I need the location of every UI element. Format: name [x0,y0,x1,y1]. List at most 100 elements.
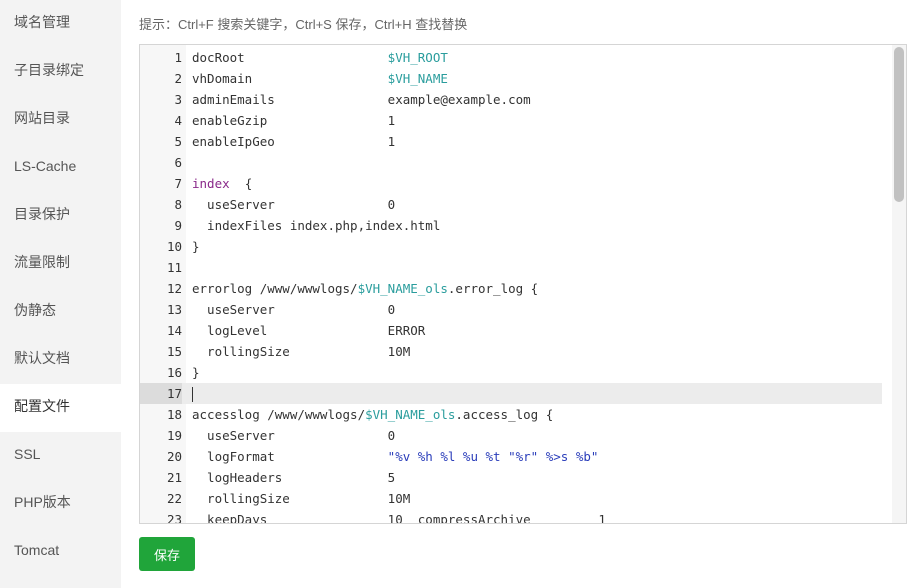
code-line[interactable]: 15 rollingSize 10M [140,341,882,362]
code-line[interactable]: 18 accesslog /www/wwwlogs/$VH_NAME_ols.ac… [140,404,882,425]
code-text [192,383,193,404]
line-number: 8 [174,197,182,212]
line-number: 13 [166,302,182,317]
code-line[interactable]: 23 keepDays 10 compressArchive 1 [140,509,882,523]
code-text: logLevel ERROR [192,320,425,341]
line-number: 21 [166,470,182,485]
code-token: errorlog /www/wwwlogs/ [192,281,358,296]
code-token: enableIpGeo 1 [192,134,396,149]
code-text: keepDays 10 compressArchive 1 [192,509,606,523]
code-token: $VH_ROOT [387,50,448,65]
sidebar-item[interactable]: 网站目录 [0,96,121,144]
code-token: logHeaders 5 [192,470,396,485]
code-line[interactable]: 17 [140,383,882,404]
sidebar-item[interactable]: LS-Cache [0,144,121,192]
sidebar-item[interactable]: 伪静态 [0,288,121,336]
code-text: accesslog /www/wwwlogs/$VH_NAME_ols.acce… [192,404,553,425]
code-line[interactable]: 3 adminEmails example@example.com [140,89,882,110]
code-line[interactable]: 16} [140,362,882,383]
line-number: 2 [174,71,182,86]
code-line[interactable]: 6 [140,152,882,173]
code-text: rollingSize 10M [192,341,410,362]
code-text: } [192,362,200,383]
sidebar-item[interactable]: SSL [0,432,121,480]
code-text: rollingSize 10M [192,488,410,509]
code-text: useServer 0 [192,425,395,446]
line-number: 20 [166,449,182,464]
sidebar-menu: 域名管理 子目录绑定 网站目录 LS-Cache 目录保护 流量限制 伪静态 默认文档 配置文件… [0,0,121,576]
line-number: 18 [166,407,182,422]
code-line[interactable]: 9 indexFiles index.php,index.html [140,215,882,236]
code-line[interactable]: 10} [140,236,882,257]
code-text: index { [192,173,252,194]
line-number: 22 [166,491,182,506]
code-token: docRoot [192,50,388,65]
line-number: 6 [174,155,182,170]
code-token: adminEmails example@example.com [192,92,531,107]
code-token: rollingSize 10M [192,344,411,359]
line-number: 16 [166,365,182,380]
code-token: index [192,176,230,191]
code-token: .error_log { [447,281,539,296]
code-token: "%v %h %l %u %t "%r" %>s %b" [387,449,599,464]
code-line[interactable]: 7 index { [140,173,882,194]
code-line[interactable]: 21 logHeaders 5 [140,467,882,488]
code-token: logLevel ERROR [192,323,426,338]
code-text: enableGzip 1 [192,110,395,131]
scrollbar-thumb[interactable] [894,47,904,202]
code-line[interactable]: 4 enableGzip 1 [140,110,882,131]
sidebar-item[interactable]: Tomcat [0,528,121,576]
editor-scrollbar[interactable] [892,45,906,523]
code-token: $VH_NAME_ols [357,281,448,296]
sidebar-item[interactable]: 默认文档 [0,336,121,384]
code-token: } [192,239,200,254]
code-lines[interactable]: 1 docRoot $VH_ROOT 2 vhDomain $VH_NAME 3 admi… [140,47,882,523]
line-number: 19 [166,428,182,443]
code-token: } [192,365,200,380]
code-line[interactable]: 19 useServer 0 [140,425,882,446]
code-token: indexFiles index.php,index.html [192,218,441,233]
line-number: 17 [140,383,182,404]
line-number: 4 [174,113,182,128]
code-token: $VH_NAME_ols [365,407,456,422]
code-text: errorlog /www/wwwlogs/$VH_NAME_ols.error… [192,278,538,299]
code-line[interactable]: 14 logLevel ERROR [140,320,882,341]
code-token: vhDomain [192,71,388,86]
sidebar-item[interactable]: 流量限制 [0,240,121,288]
line-number: 3 [174,92,182,107]
code-line[interactable]: 11 [140,257,882,278]
code-token: rollingSize 10M [192,491,411,506]
code-text: useServer 0 [192,194,395,215]
sidebar-item[interactable]: 目录保护 [0,192,121,240]
text-cursor [192,387,193,402]
sidebar-item[interactable]: 配置文件 [0,384,121,432]
code-text: indexFiles index.php,index.html [192,215,440,236]
code-line[interactable]: 1 docRoot $VH_ROOT [140,47,882,68]
save-button[interactable]: 保存 [139,537,195,571]
code-line[interactable]: 12 errorlog /www/wwwlogs/$VH_NAME_ols.err… [140,278,882,299]
code-token: .access_log { [455,407,554,422]
config-editor[interactable]: 1 docRoot $VH_ROOT 2 vhDomain $VH_NAME 3 admi… [139,44,907,524]
main-panel: 提示：Ctrl+F 搜索关键字，Ctrl+S 保存，Ctrl+H 查找替换 1d… [121,0,920,588]
sidebar-item[interactable]: PHP版本 [0,480,121,528]
code-line[interactable]: 13 useServer 0 [140,299,882,320]
line-number: 5 [174,134,182,149]
sidebar-item[interactable]: 域名管理 [0,0,121,48]
code-line[interactable]: 2 vhDomain $VH_NAME [140,68,882,89]
line-number: 10 [166,239,182,254]
line-number: 11 [166,260,182,275]
code-line[interactable]: 5 enableIpGeo 1 [140,131,882,152]
line-number: 7 [174,176,182,191]
code-token: accesslog /www/wwwlogs/ [192,407,366,422]
line-number: 9 [174,218,182,233]
code-token: $VH_NAME [387,71,448,86]
code-line[interactable]: 8 useServer 0 [140,194,882,215]
line-number: 15 [166,344,182,359]
code-text: logHeaders 5 [192,467,395,488]
code-token: enableGzip 1 [192,113,396,128]
code-line[interactable]: 22 rollingSize 10M [140,488,882,509]
code-line[interactable]: 20 logFormat "%v %h %l %u %t "%r" %>s %b… [140,446,882,467]
code-token: useServer 0 [192,428,396,443]
code-text: vhDomain $VH_NAME [192,68,448,89]
sidebar-item[interactable]: 子目录绑定 [0,48,121,96]
